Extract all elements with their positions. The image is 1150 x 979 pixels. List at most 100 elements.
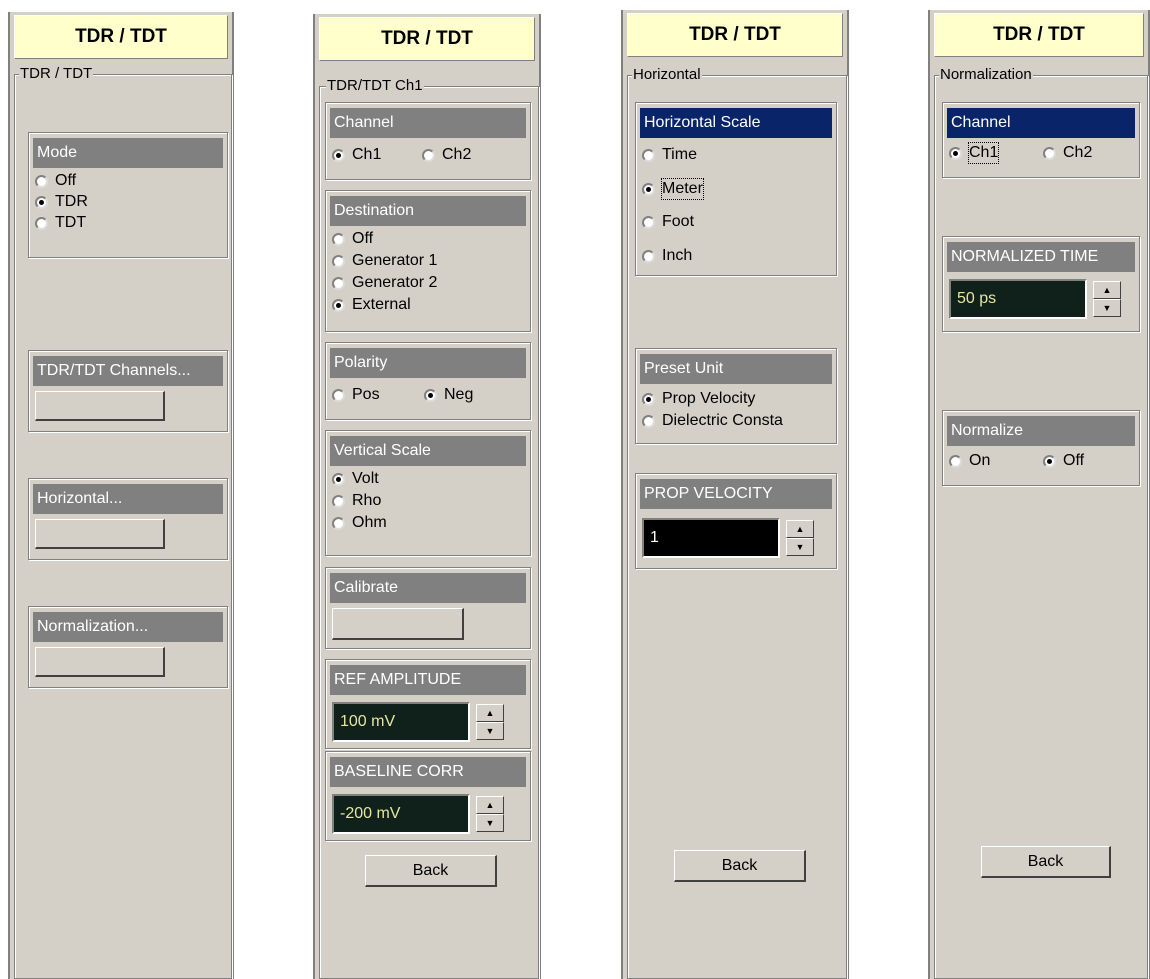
spin-up-icon[interactable]: ▲ [476,796,504,814]
polarity-title: Polarity [330,348,526,378]
back-button[interactable]: Back [981,846,1111,878]
channels-title: TDR/TDT Channels... [33,356,223,386]
channels-group: TDR/TDT Channels... [28,350,228,432]
fieldset-horizontal: Horizontal Horizontal Scale Time Meter F… [627,66,847,979]
norm-channel-radio-ch1[interactable]: Ch1 [949,142,1000,164]
horizontal-group: Horizontal... [28,478,228,560]
destination-radio-off[interactable]: Off [332,229,373,249]
hscale-radio-meter[interactable]: Meter [642,178,704,200]
fieldset-legend: Normalization [939,66,1033,84]
radio-icon [332,516,345,530]
preset-radio-dielectric-constant[interactable]: Dielectric Consta [642,411,783,431]
mode-radio-off[interactable]: Off [35,171,76,191]
prop-velocity-input[interactable]: 1 [642,518,780,558]
channels-button[interactable] [35,391,165,421]
spin-down-icon[interactable]: ▼ [476,722,504,740]
spin-down-icon[interactable]: ▼ [786,538,814,556]
prop-velocity-title: PROP VELOCITY [640,479,832,509]
radio-icon [332,494,345,508]
preset-unit-title: Preset Unit [640,354,832,384]
panel-header: TDR / TDT [14,15,228,59]
radio-icon [642,414,655,428]
vertical-scale-title: Vertical Scale [330,436,526,466]
panel-normalization: TDR / TDT Normalization Channel Ch1 Ch2 … [928,10,1150,979]
radio-icon [422,148,435,162]
vertical-radio-volt[interactable]: Volt [332,469,379,489]
ref-amplitude-group: REF AMPLITUDE 100 mV ▲ ▼ [325,659,531,749]
radio-icon [332,276,345,290]
panel-header: TDR / TDT [319,17,535,61]
radio-selected-icon [332,298,345,312]
hscale-radio-time[interactable]: Time [642,145,697,165]
hscale-radio-inch[interactable]: Inch [642,246,692,266]
destination-radio-generator-2[interactable]: Generator 2 [332,273,437,293]
hscale-radio-foot[interactable]: Foot [642,212,694,232]
polarity-radio-pos[interactable]: Pos [332,385,380,405]
norm-channel-radio-ch2[interactable]: Ch2 [1043,143,1092,163]
normalize-radio-on[interactable]: On [949,451,990,471]
radio-icon [332,388,345,402]
mode-radio-tdr[interactable]: TDR [35,192,88,212]
preset-unit-group: Preset Unit Prop Velocity Dielectric Con… [635,348,837,444]
panel-tdr-tdt-main: TDR / TDT TDR / TDT Mode Off TDR TDT TDR… [8,12,234,979]
ref-amplitude-spinner: ▲ ▼ [476,704,504,740]
prop-velocity-group: PROP VELOCITY 1 ▲ ▼ [635,473,837,569]
mode-title: Mode [33,138,223,168]
vertical-radio-rho[interactable]: Rho [332,491,381,511]
radio-icon [332,232,345,246]
back-button[interactable]: Back [674,850,806,882]
horizontal-scale-title: Horizontal Scale [640,108,832,138]
polarity-radio-neg[interactable]: Neg [424,385,473,405]
normalize-radio-off[interactable]: Off [1043,451,1084,471]
baseline-corr-group: BASELINE CORR -200 mV ▲ ▼ [325,751,531,841]
ref-amplitude-input[interactable]: 100 mV [332,702,470,742]
radio-selected-icon [35,195,48,209]
normalize-group: Normalize On Off [942,410,1140,486]
radio-selected-icon [949,146,962,160]
spin-down-icon[interactable]: ▼ [1093,299,1121,317]
channel-radio-ch1[interactable]: Ch1 [332,145,381,165]
radio-selected-icon [332,148,345,162]
mode-radio-tdt[interactable]: TDT [35,213,86,233]
radio-selected-icon [1043,454,1056,468]
destination-title: Destination [330,196,526,226]
normalized-time-input[interactable]: 50 ps [949,279,1087,319]
fieldset-tdr-tdt-ch1: TDR/TDT Ch1 Channel Ch1 Ch2 Destination … [319,77,539,979]
ref-amplitude-title: REF AMPLITUDE [330,665,526,695]
radio-icon [35,174,48,188]
destination-radio-generator-1[interactable]: Generator 1 [332,251,437,271]
normalize-title: Normalize [947,416,1135,446]
spin-up-icon[interactable]: ▲ [786,520,814,538]
baseline-corr-input[interactable]: -200 mV [332,794,470,834]
fieldset-normalization: Normalization Channel Ch1 Ch2 NORMALIZED… [934,66,1148,979]
preset-radio-prop-velocity[interactable]: Prop Velocity [642,389,755,409]
baseline-corr-title: BASELINE CORR [330,757,526,787]
normalized-time-title: NORMALIZED TIME [947,242,1135,272]
calibrate-button[interactable] [332,608,464,640]
normalization-button[interactable] [35,647,165,677]
horizontal-scale-group: Horizontal Scale Time Meter Foot Inch [635,102,837,276]
normalized-time-spinner: ▲ ▼ [1093,281,1121,317]
radio-selected-icon [332,472,345,486]
destination-radio-external[interactable]: External [332,295,411,315]
calibrate-group: Calibrate [325,567,531,649]
channel-title: Channel [947,108,1135,138]
channel-group: Channel Ch1 Ch2 [325,102,531,180]
calibrate-title: Calibrate [330,573,526,603]
radio-icon [642,215,655,229]
radio-selected-icon [424,388,437,402]
panel-horizontal: TDR / TDT Horizontal Horizontal Scale Ti… [621,10,849,979]
baseline-corr-spinner: ▲ ▼ [476,796,504,832]
channel-group: Channel Ch1 Ch2 [942,102,1140,178]
radio-selected-icon [642,182,655,196]
spin-up-icon[interactable]: ▲ [476,704,504,722]
radio-selected-icon [642,392,655,406]
spin-up-icon[interactable]: ▲ [1093,281,1121,299]
horizontal-button[interactable] [35,519,165,549]
fieldset-tdr-tdt: TDR / TDT Mode Off TDR TDT TDR/TDT Chann… [14,65,232,979]
channel-radio-ch2[interactable]: Ch2 [422,145,471,165]
back-button[interactable]: Back [365,855,497,887]
vertical-radio-ohm[interactable]: Ohm [332,513,387,533]
destination-group: Destination Off Generator 1 Generator 2 … [325,190,531,332]
spin-down-icon[interactable]: ▼ [476,814,504,832]
